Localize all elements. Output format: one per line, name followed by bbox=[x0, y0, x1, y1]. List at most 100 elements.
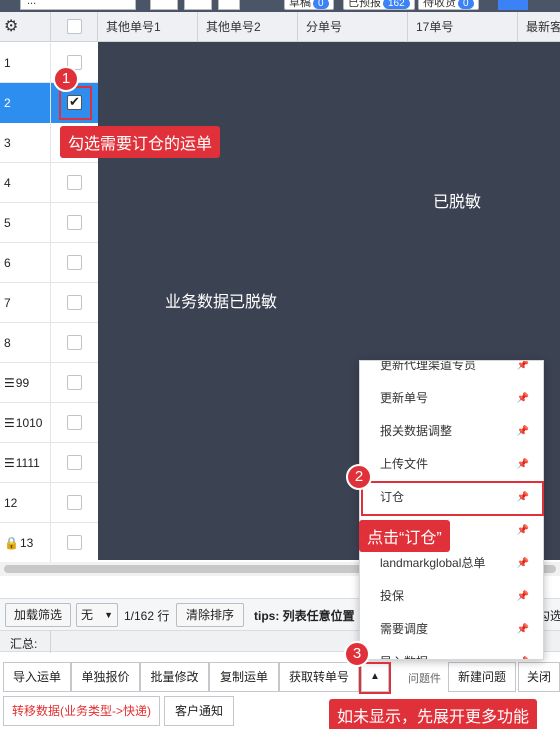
load-filter-button[interactable]: 加载筛选 bbox=[5, 603, 71, 627]
pin-icon[interactable]: 📌 bbox=[517, 448, 529, 481]
menu-item-label: 投保 bbox=[380, 589, 405, 603]
row-checkbox-cell[interactable] bbox=[51, 443, 98, 483]
row-checkbox[interactable] bbox=[67, 495, 82, 510]
row-checkbox-cell[interactable] bbox=[51, 523, 98, 563]
annotation-box-booking bbox=[361, 481, 544, 516]
annotation-step1: 1 bbox=[53, 66, 79, 92]
table-header: ⚙ 其他单号1 其他单号2 分单号 17单号 最新客 bbox=[0, 12, 560, 42]
status-pill-forecast[interactable]: 已预报 162 bbox=[343, 0, 415, 10]
column-header-sub[interactable]: 分单号 bbox=[298, 12, 408, 42]
row-checkbox-cell[interactable] bbox=[51, 203, 98, 243]
view-toggle-button-2[interactable] bbox=[184, 0, 212, 10]
column-header-other1[interactable]: 其他单号1 bbox=[98, 12, 198, 42]
primary-action-button[interactable] bbox=[498, 0, 528, 10]
table-row[interactable]: ☰99 bbox=[0, 363, 98, 403]
row-number: 6 bbox=[0, 243, 51, 283]
get-transfer-number-button[interactable]: 获取转单号 bbox=[279, 662, 359, 692]
menu-item-insure[interactable]: 投保 📌 bbox=[360, 580, 543, 613]
list-icon[interactable]: ☰ bbox=[4, 403, 15, 443]
row-number: 3 bbox=[0, 123, 51, 163]
clear-sort-button[interactable]: 清除排序 bbox=[176, 603, 244, 627]
column-header-latest[interactable]: 最新客 bbox=[518, 12, 560, 42]
list-icon[interactable]: ☰ bbox=[4, 363, 15, 403]
masked-label: 已脱敏 bbox=[433, 194, 482, 211]
menu-item-update-agent[interactable]: 更新代理渠道专员 📌 bbox=[360, 360, 543, 382]
row-number-text: 7 bbox=[4, 296, 11, 310]
pin-icon[interactable]: 📌 bbox=[517, 361, 529, 382]
status-pill-pending[interactable]: 待收货 0 bbox=[418, 0, 479, 10]
batch-edit-button[interactable]: 批量修改 bbox=[140, 662, 209, 692]
pin-icon[interactable]: 📌 bbox=[517, 613, 529, 646]
menu-item-import-data[interactable]: 导入数据 📌 bbox=[360, 646, 543, 659]
gear-icon[interactable]: ⚙ bbox=[0, 12, 51, 42]
menu-item-dispatch[interactable]: 需要调度 📌 bbox=[360, 613, 543, 646]
masked-label-business: 业务数据已脱敏 bbox=[165, 294, 278, 311]
row-checkbox[interactable] bbox=[67, 335, 82, 350]
copy-waybill-button[interactable]: 复制运单 bbox=[209, 662, 279, 692]
customer-notify-button[interactable]: 客户通知 bbox=[164, 696, 234, 726]
row-checkbox[interactable] bbox=[67, 415, 82, 430]
row-checkbox-cell[interactable] bbox=[51, 483, 98, 523]
row-number-text: 13 bbox=[19, 536, 34, 550]
table-row[interactable]: ☰1111 bbox=[0, 443, 98, 483]
row-number-text: 6 bbox=[4, 256, 11, 270]
lock-icon[interactable]: 🔒 bbox=[4, 523, 19, 563]
import-waybill-button[interactable]: 导入运单 bbox=[3, 662, 71, 692]
status-pill-count: 0 bbox=[313, 0, 329, 9]
filter-select[interactable]: 无 ▼ bbox=[76, 603, 118, 627]
status-pill-draft[interactable]: 草稿 0 bbox=[284, 0, 334, 10]
table-row[interactable]: 12 bbox=[0, 483, 98, 523]
menu-item-label: 更新代理渠道专员 bbox=[380, 360, 477, 372]
row-checkbox[interactable] bbox=[67, 295, 82, 310]
pin-icon[interactable]: 📌 bbox=[517, 580, 529, 613]
pin-icon[interactable]: 📌 bbox=[517, 547, 529, 580]
transfer-data-button[interactable]: 转移数据(业务类型->快递) bbox=[3, 696, 160, 726]
new-problem-button[interactable]: 新建问题 bbox=[448, 662, 516, 692]
row-checkbox-cell[interactable] bbox=[51, 323, 98, 363]
select-all-cell[interactable] bbox=[51, 12, 98, 42]
row-number-text: 3 bbox=[4, 136, 11, 150]
top-dropdown[interactable]: ... bbox=[20, 0, 136, 10]
row-checkbox[interactable] bbox=[67, 455, 82, 470]
annotation-box-expand bbox=[359, 662, 391, 694]
table-row[interactable]: 6 bbox=[0, 243, 98, 283]
row-number: 🔒13 bbox=[0, 523, 51, 563]
table-row[interactable]: ☰1010 bbox=[0, 403, 98, 443]
row-checkbox-cell[interactable] bbox=[51, 243, 98, 283]
row-checkbox[interactable] bbox=[67, 255, 82, 270]
table-row[interactable]: 5 bbox=[0, 203, 98, 243]
single-quote-button[interactable]: 单独报价 bbox=[71, 662, 140, 692]
table-row[interactable]: 1 bbox=[0, 43, 98, 83]
table-row[interactable]: 7 bbox=[0, 283, 98, 323]
page-info: 1/162 行 bbox=[124, 609, 170, 623]
row-number-text: 2 bbox=[4, 96, 11, 110]
list-icon[interactable]: ☰ bbox=[4, 443, 15, 483]
table-row[interactable]: 🔒13 bbox=[0, 523, 98, 563]
row-checkbox[interactable] bbox=[67, 375, 82, 390]
row-checkbox[interactable] bbox=[67, 175, 82, 190]
row-checkbox[interactable] bbox=[67, 215, 82, 230]
row-checkbox-cell[interactable] bbox=[51, 403, 98, 443]
menu-item-upload-file[interactable]: 上传文件 📌 bbox=[360, 448, 543, 481]
row-number-text: 99 bbox=[15, 376, 30, 390]
pin-icon[interactable]: 📌 bbox=[517, 382, 529, 415]
close-button[interactable]: 关闭 bbox=[518, 662, 560, 692]
row-checkbox-cell[interactable] bbox=[51, 283, 98, 323]
row-number-text: 8 bbox=[4, 336, 11, 350]
row-checkbox-cell[interactable] bbox=[51, 363, 98, 403]
menu-item-customs-adjust[interactable]: 报关数据调整 📌 bbox=[360, 415, 543, 448]
table-row[interactable]: 8 bbox=[0, 323, 98, 363]
table-row[interactable]: 4 bbox=[0, 163, 98, 203]
column-header-other2[interactable]: 其他单号2 bbox=[198, 12, 298, 42]
menu-item-update-number[interactable]: 更新单号 📌 bbox=[360, 382, 543, 415]
pin-icon[interactable]: 📌 bbox=[517, 646, 529, 659]
column-header-17[interactable]: 17单号 bbox=[408, 12, 518, 42]
pin-icon[interactable]: 📌 bbox=[517, 514, 529, 547]
row-checkbox-cell[interactable] bbox=[51, 163, 98, 203]
pin-icon[interactable]: 📌 bbox=[517, 415, 529, 448]
mail-icon[interactable] bbox=[218, 0, 240, 10]
view-toggle-button-1[interactable] bbox=[150, 0, 178, 10]
row-checkbox[interactable] bbox=[67, 535, 82, 550]
annotation-step3-text: 如未显示，先展开更多功能 bbox=[329, 699, 538, 729]
select-all-checkbox[interactable] bbox=[67, 19, 82, 34]
